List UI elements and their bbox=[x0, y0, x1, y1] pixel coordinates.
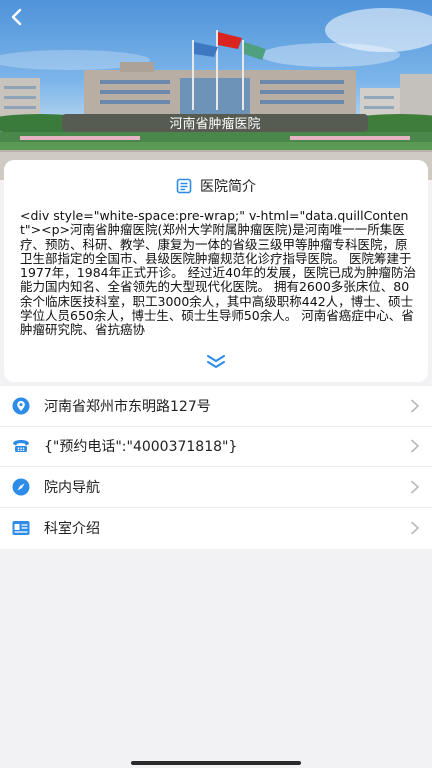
departments-label: 科室介绍 bbox=[44, 520, 100, 537]
expand-intro-button[interactable] bbox=[202, 351, 230, 371]
chevron-right-icon bbox=[411, 399, 419, 413]
navigation-row[interactable]: 院内导航 bbox=[0, 467, 432, 508]
back-button[interactable] bbox=[10, 8, 38, 34]
location-pin-icon bbox=[11, 396, 31, 416]
departments-row[interactable]: 科室介绍 bbox=[0, 508, 432, 549]
phone-row[interactable]: {"预约电话":"4000371818"} bbox=[0, 427, 432, 467]
intro-title: 医院简介 bbox=[200, 179, 256, 195]
compass-icon bbox=[11, 477, 31, 497]
address-label: 河南省郑州市东明路127号 bbox=[44, 398, 211, 415]
intro-content: <div style="white-space:pre-wrap;" v-htm… bbox=[20, 209, 416, 338]
chevron-right-icon bbox=[411, 480, 419, 494]
double-chevron-down-icon bbox=[207, 355, 225, 368]
document-icon bbox=[176, 178, 192, 194]
address-row[interactable]: 河南省郑州市东明路127号 bbox=[0, 386, 432, 427]
hospital-building-illustration: 河南省肿瘤医院 bbox=[0, 8, 432, 180]
phone-icon bbox=[11, 436, 31, 456]
intro-header: 医院简介 bbox=[4, 174, 428, 198]
chevron-right-icon bbox=[411, 521, 419, 535]
chevron-right-icon bbox=[411, 439, 419, 453]
phone-label: {"预约电话":"4000371818"} bbox=[44, 439, 238, 456]
home-indicator[interactable] bbox=[131, 761, 301, 765]
navigation-label: 院内导航 bbox=[44, 479, 100, 496]
info-list: 河南省郑州市东明路127号 {"预约电话":"4000371818"} 院内导航… bbox=[0, 386, 432, 549]
hospital-intro-card: 医院简介 <div style="white-space:pre-wrap;" … bbox=[4, 160, 428, 382]
hospital-photo: 河南省肿瘤医院 bbox=[0, 0, 432, 180]
building-sign-text: 河南省肿瘤医院 bbox=[169, 116, 260, 132]
chevron-left-icon bbox=[11, 8, 22, 26]
department-card-icon bbox=[11, 518, 31, 538]
